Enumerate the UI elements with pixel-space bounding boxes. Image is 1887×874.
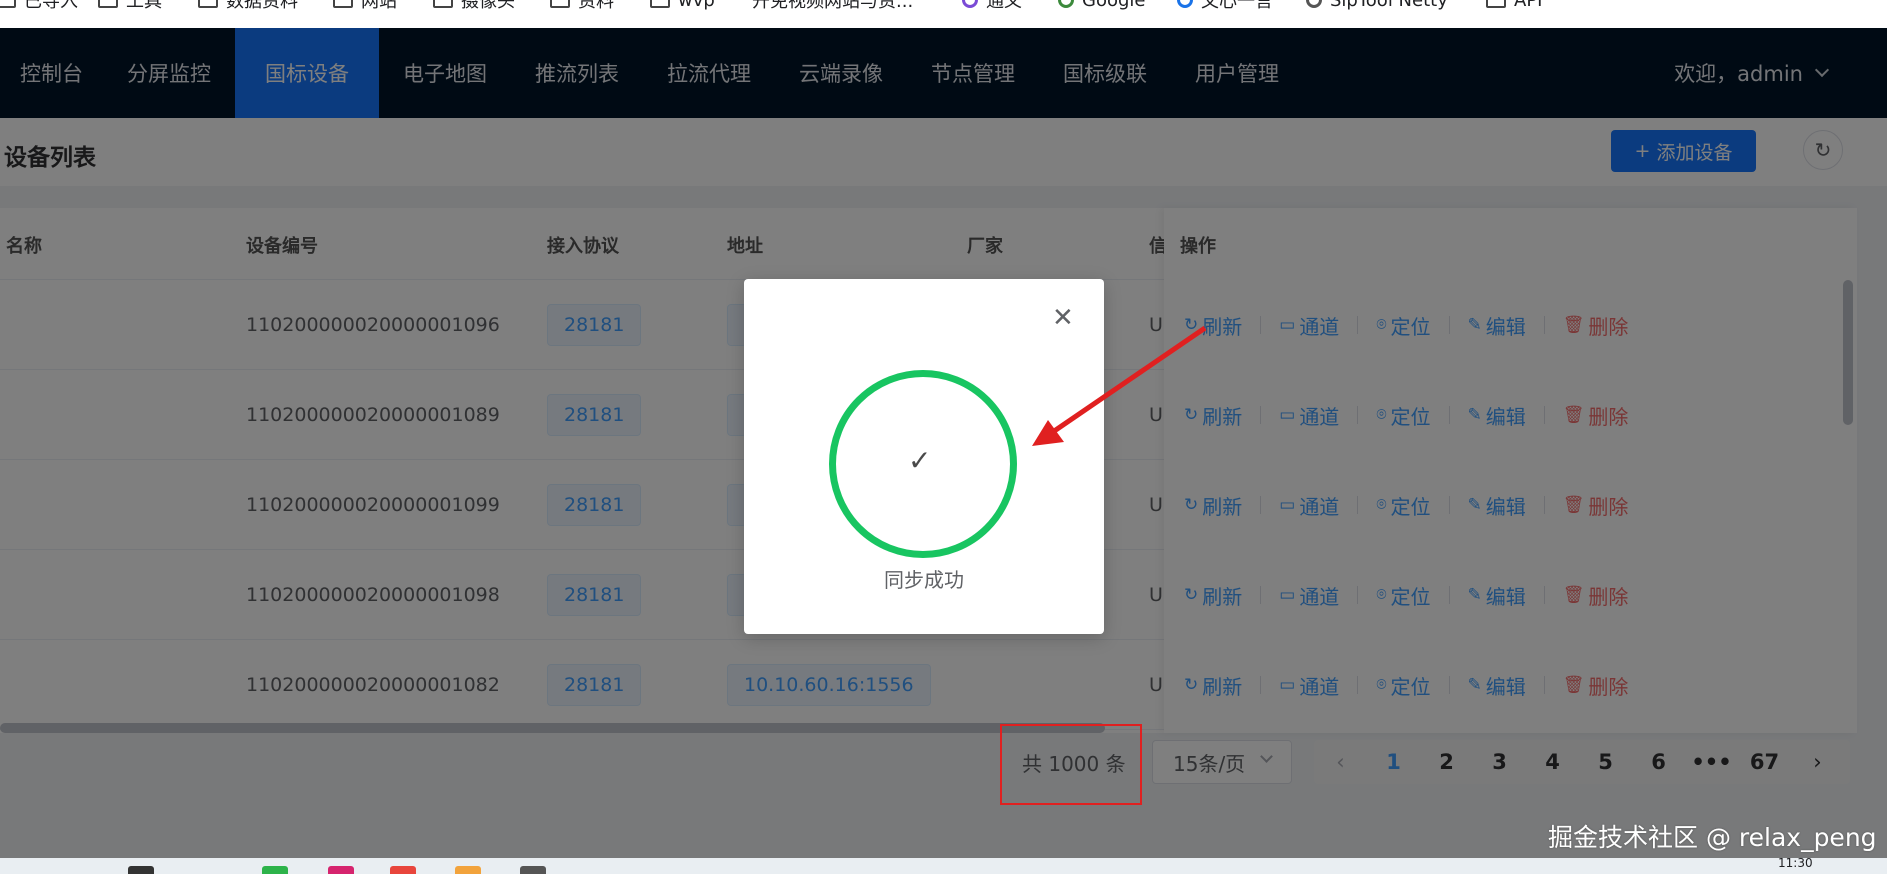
bookmark-item[interactable]: 工具	[98, 0, 162, 12]
bookmark-item[interactable]: SipTool Netty	[1306, 0, 1448, 11]
bookmarks-bar: 已导入 工具 数据资料 网站 摄像头 资料 wvp 开免视频网站与资... 通义…	[0, 0, 1887, 28]
annotation-arrow-line	[1042, 325, 1207, 441]
taskbar-app-icon[interactable]	[520, 866, 546, 874]
bookmark-item[interactable]: 通义	[962, 0, 1022, 12]
annotation-highlight-box	[1000, 724, 1142, 805]
folder-icon	[1486, 0, 1506, 8]
taskbar-app-icon[interactable]	[128, 866, 154, 874]
watermark: 掘金技术社区 @ relax_peng	[1548, 823, 1877, 852]
annotation-arrow-head	[1032, 420, 1064, 446]
folder-icon	[198, 0, 218, 8]
annotation-arrow	[1032, 325, 1207, 446]
folder-icon	[333, 0, 353, 8]
success-check-icon: ✓	[908, 444, 932, 477]
taskbar: 11:30	[0, 858, 1887, 874]
folder-icon	[0, 0, 16, 8]
folder-icon	[98, 0, 118, 8]
folder-icon	[650, 0, 670, 8]
bookmark-item[interactable]: 开免视频网站与资...	[752, 0, 913, 12]
bookmark-item[interactable]: 数据资料	[198, 0, 298, 12]
bookmark-item[interactable]: 网站	[333, 0, 397, 12]
bookmark-item[interactable]: Google	[1058, 0, 1145, 11]
google-icon	[1058, 0, 1074, 8]
folder-icon	[433, 0, 453, 8]
taskbar-app-icon[interactable]	[390, 866, 416, 874]
bookmark-item[interactable]: 已导入	[0, 0, 78, 12]
taskbar-app-icon[interactable]	[455, 866, 481, 874]
bookmark-item[interactable]: 摄像头	[433, 0, 515, 12]
wenxin-icon	[1177, 0, 1193, 8]
success-message: 同步成功	[884, 568, 964, 592]
siptool-icon	[1306, 0, 1322, 8]
bookmark-item[interactable]: 文心一言	[1177, 0, 1273, 12]
folder-icon	[550, 0, 570, 8]
taskbar-clock: 11:30	[1778, 858, 1813, 870]
bookmark-item[interactable]: wvp	[650, 0, 715, 11]
taskbar-app-icon[interactable]	[262, 866, 288, 874]
taskbar-app-icon[interactable]	[328, 866, 354, 874]
bookmark-item[interactable]: API	[1486, 0, 1542, 11]
bookmark-item[interactable]: 资料	[550, 0, 614, 12]
tongyi-icon	[962, 0, 978, 8]
